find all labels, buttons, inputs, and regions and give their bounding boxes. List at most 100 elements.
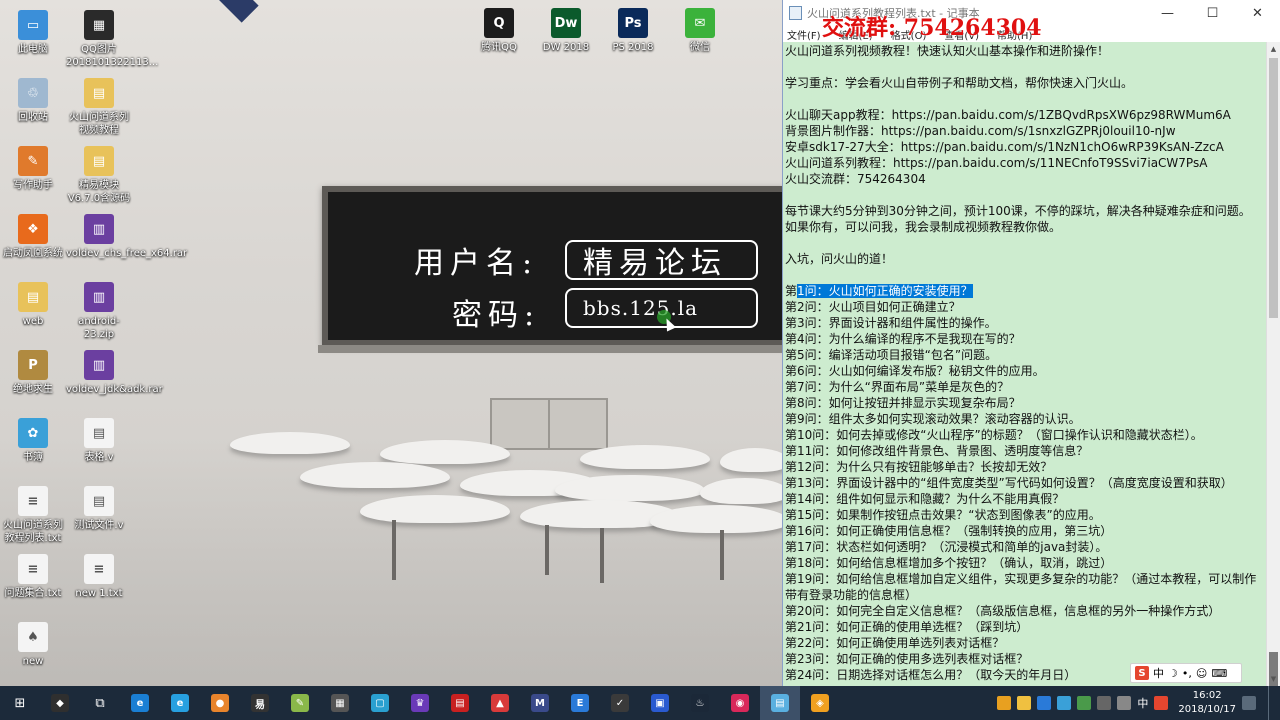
taskbar-app-9-button[interactable]: E <box>560 686 600 720</box>
taskbar-app-7-button[interactable]: ▲ <box>480 686 520 720</box>
ime-toolbar[interactable]: S 中 ☽ •, ☺ ⌨ <box>1130 663 1242 683</box>
tray-app-icon[interactable] <box>997 696 1012 710</box>
ime-moon-icon[interactable]: ☽ <box>1168 667 1178 680</box>
desktop-icon[interactable]: ≡ 火山问道系列教程列表.txt <box>0 486 66 545</box>
desktop-item-icon: ≡ <box>18 554 48 584</box>
desktop-icon[interactable]: Ps PS 2018 <box>600 8 666 54</box>
desktop-icon[interactable]: ▭ 此电脑 <box>0 10 66 56</box>
notification-icon[interactable] <box>1242 696 1256 710</box>
desktop-icon[interactable]: ♠ new <box>0 622 66 668</box>
ime-punct-icon[interactable]: •, <box>1182 667 1192 680</box>
taskbar-app-12-button[interactable]: ◉ <box>720 686 760 720</box>
notepad-window[interactable]: 火山问道系列教程列表.txt - 记事本 — ☐ ✕ 文件(F) 编辑(E) 格… <box>782 0 1280 692</box>
selected-text: 1问：火山如何正确的安装使用？ <box>797 284 973 298</box>
desktop-icon[interactable]: ▦ QQ图片2018101322113... <box>66 10 158 69</box>
taskbar-app-6-button[interactable]: ▤ <box>440 686 480 720</box>
ime-emoji-icon[interactable]: ☺ <box>1196 667 1207 680</box>
desktop-item-icon: P <box>18 350 48 380</box>
ime-keyboard-icon[interactable]: ⌨ <box>1211 667 1227 680</box>
desktop-icon[interactable]: Q 腾讯QQ <box>466 8 532 54</box>
desktop-icon[interactable]: ▤ 表格.v <box>66 418 132 464</box>
maximize-button[interactable]: ☐ <box>1190 0 1235 26</box>
taskbar-app-10-button[interactable]: ✓ <box>600 686 640 720</box>
desktop-icon[interactable]: ❖ 启动凤凰系统 <box>0 214 66 260</box>
desktop-item-icon: ▤ <box>84 78 114 108</box>
taskbar-calculator-button[interactable]: ▦ <box>320 686 360 720</box>
text-line: 第14问：组件如何显示和隐藏？为什么不能用真假？ <box>785 492 1065 506</box>
input-indicator[interactable]: 中 <box>1137 695 1148 711</box>
desktop-icon[interactable]: ▤ 测试文件.v <box>66 486 132 532</box>
desktop-item-icon: Ps <box>618 8 648 38</box>
desktop-icon[interactable]: ▤ 精易模块V6.7.0含源码 <box>66 146 132 205</box>
notepad-text-area[interactable]: 火山问道系列视频教程！快速认知火山基本操作和进阶操作！ 学习重点：学会看火山自带例… <box>783 42 1267 686</box>
taskbar-start-button[interactable]: ⊞ <box>0 686 40 720</box>
taskbar-app-13-button[interactable]: ◈ <box>800 686 840 720</box>
taskbar-notepad-plus-button[interactable]: ✎ <box>280 686 320 720</box>
desktop-icon[interactable]: ▤ web <box>0 282 66 328</box>
desktop-item-icon: ❖ <box>18 214 48 244</box>
desktop-icon[interactable]: Dw DW 2018 <box>533 8 599 54</box>
scroll-up-arrow-icon[interactable]: ▲ <box>1267 42 1280 56</box>
taskbar-app-3-button[interactable]: 易 <box>240 686 280 720</box>
desktop-icon[interactable]: ✿ 书簿 <box>0 418 66 464</box>
text-line <box>785 187 1265 203</box>
clock-date: 2018/10/17 <box>1178 704 1236 715</box>
tray-app-icon[interactable] <box>1017 696 1032 710</box>
tray-sogou-icon[interactable] <box>1154 696 1169 710</box>
taskbar-app-2-button[interactable]: ● <box>200 686 240 720</box>
desktop-icon[interactable]: ▥ android-23.zip <box>66 282 132 341</box>
tray-shield-icon[interactable] <box>1037 696 1052 710</box>
taskbar-clock[interactable]: 16:02 2018/10/17 <box>1178 689 1236 717</box>
tray-volume-icon[interactable] <box>1117 696 1132 710</box>
tray-network-icon[interactable] <box>1097 696 1112 710</box>
desktop-icon[interactable]: ≡ 问题集合.txt <box>0 554 66 600</box>
app-5-icon: ♛ <box>411 694 429 712</box>
desktop-icon[interactable]: ✉ 微信 <box>667 8 733 54</box>
app-6-icon: ▤ <box>451 694 469 712</box>
taskbar-notepad-button[interactable]: ▤ <box>760 686 800 720</box>
taskbar-app-4-button[interactable]: ▢ <box>360 686 400 720</box>
close-button[interactable]: ✕ <box>1235 0 1280 26</box>
menu-file[interactable]: 文件(F) <box>787 27 821 42</box>
taskbar-ie-button[interactable]: e <box>160 686 200 720</box>
text-line: 第11问：如何修改组件背景色、背景图、透明度等信息？ <box>785 444 1089 458</box>
blackboard-tray <box>318 345 788 353</box>
desktop-icon-label: PS 2018 <box>612 42 654 53</box>
scroll-down-arrow-icon[interactable]: ▼ <box>1267 672 1280 686</box>
desktop-item-icon: ▥ <box>84 350 114 380</box>
wallpaper-desk-leg <box>600 528 604 583</box>
desktop-icon[interactable]: ▥ voldev_jdk&adk.rar <box>66 350 163 396</box>
taskbar-steam-button[interactable]: ♨ <box>680 686 720 720</box>
show-desktop-button[interactable] <box>1268 686 1272 720</box>
taskbar-app-1-button[interactable]: ◆ <box>40 686 80 720</box>
text-line <box>785 59 1265 75</box>
vertical-scrollbar[interactable]: ▲ ▼ <box>1266 42 1280 692</box>
taskbar-app-8-button[interactable]: M <box>520 686 560 720</box>
taskbar-app-5-button[interactable]: ♛ <box>400 686 440 720</box>
taskbar-task-view-button[interactable]: ⧉ <box>80 686 120 720</box>
tray-nvidia-icon[interactable] <box>1077 696 1092 710</box>
taskbar-edge-button[interactable]: e <box>120 686 160 720</box>
scrollbar-thumb[interactable] <box>1269 58 1278 318</box>
desktop-icon-label: 书簿 <box>23 452 43 463</box>
desktop-item-icon: ✎ <box>18 146 48 176</box>
desktop-icon[interactable]: ✎ 写作助手 <box>0 146 66 192</box>
desktop-icon[interactable]: ≡ new 1.txt <box>66 554 132 600</box>
desktop-item-icon: Dw <box>551 8 581 38</box>
taskbar-app-11-button[interactable]: ▣ <box>640 686 680 720</box>
steam-icon: ♨ <box>691 694 709 712</box>
tray-bluetooth-icon[interactable] <box>1057 696 1072 710</box>
desktop-icon[interactable]: ▤ 火山问道系列视频教程 <box>66 78 132 137</box>
desktop-item-icon: ▥ <box>84 214 114 244</box>
app-1-icon: ◆ <box>51 694 69 712</box>
desktop-icon[interactable]: P 绝地求生 <box>0 350 66 396</box>
minimize-button[interactable]: — <box>1145 0 1190 26</box>
notepad-app-icon <box>789 6 802 20</box>
app-2-icon: ● <box>211 694 229 712</box>
desktop-icon[interactable]: ▥ voldev_chs_free_x64.rar <box>66 214 187 260</box>
ime-mode-label[interactable]: 中 <box>1153 665 1164 681</box>
desktop-icon-label: 精易模块V6.7.0含源码 <box>67 180 131 204</box>
taskbar: ⊞ ◆ ⧉ e e ● 易 ✎ ▦ ▢ ♛ ▤ ▲ M E ✓ ▣ ♨ ◉ ▤ ◈ 中 16:02 2018/10/17 <box>0 686 1280 720</box>
window-controls: — ☐ ✕ <box>1145 0 1280 26</box>
desktop-icon[interactable]: ♲ 回收站 <box>0 78 66 124</box>
